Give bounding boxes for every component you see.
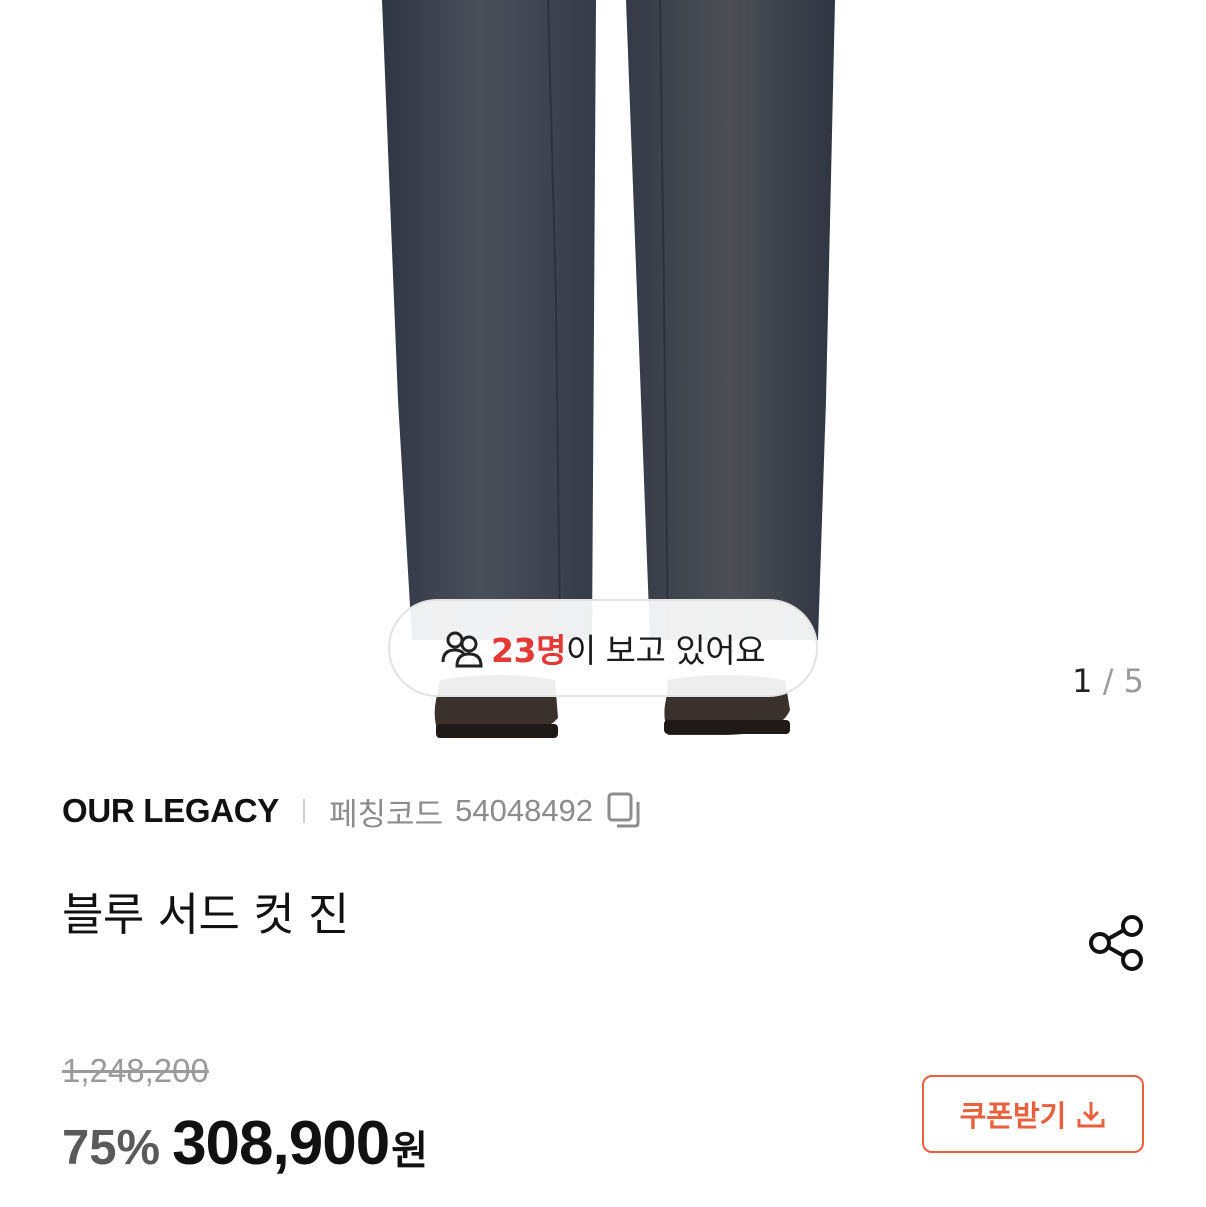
image-counter-separator: / bbox=[1102, 662, 1114, 700]
coupon-download-button[interactable]: 쿠폰받기 bbox=[922, 1075, 1144, 1153]
live-viewers-badge: 23명 이 보고 있어요 bbox=[388, 599, 818, 697]
people-icon bbox=[441, 631, 483, 668]
divider bbox=[303, 799, 306, 823]
image-counter-current: 1 bbox=[1072, 662, 1093, 700]
image-counter: 1 / 5 bbox=[1072, 662, 1144, 700]
image-counter-total: 5 bbox=[1123, 662, 1144, 700]
brand-link[interactable]: OUR LEGACY bbox=[62, 792, 279, 830]
sale-price-row: 75% 308,900 원 bbox=[62, 1108, 428, 1179]
product-code-label: 페칭코드 bbox=[329, 796, 444, 833]
product-title: 블루 서드 컷 진 bbox=[62, 888, 349, 941]
cut-off-price-row bbox=[62, 1193, 762, 1207]
brand-row: OUR LEGACY 페칭코드 54048492 bbox=[62, 788, 641, 834]
coupon-button-label: 쿠폰받기 bbox=[959, 1099, 1067, 1133]
price-unit: 원 bbox=[391, 1128, 429, 1174]
download-icon bbox=[1077, 1102, 1105, 1128]
viewers-count: 23명 bbox=[491, 631, 566, 670]
product-code-value: 54048492 bbox=[455, 793, 594, 828]
share-icon[interactable] bbox=[1086, 912, 1146, 974]
copy-icon[interactable] bbox=[607, 792, 641, 830]
viewers-label: 이 보고 있어요 bbox=[565, 631, 766, 670]
discount-rate: 75% bbox=[62, 1121, 161, 1175]
product-image-gallery[interactable]: 23명 이 보고 있어요 1 / 5 bbox=[0, 0, 1206, 750]
original-price: 1,248,200 bbox=[62, 1052, 209, 1089]
sale-price: 308,900 bbox=[172, 1109, 390, 1178]
